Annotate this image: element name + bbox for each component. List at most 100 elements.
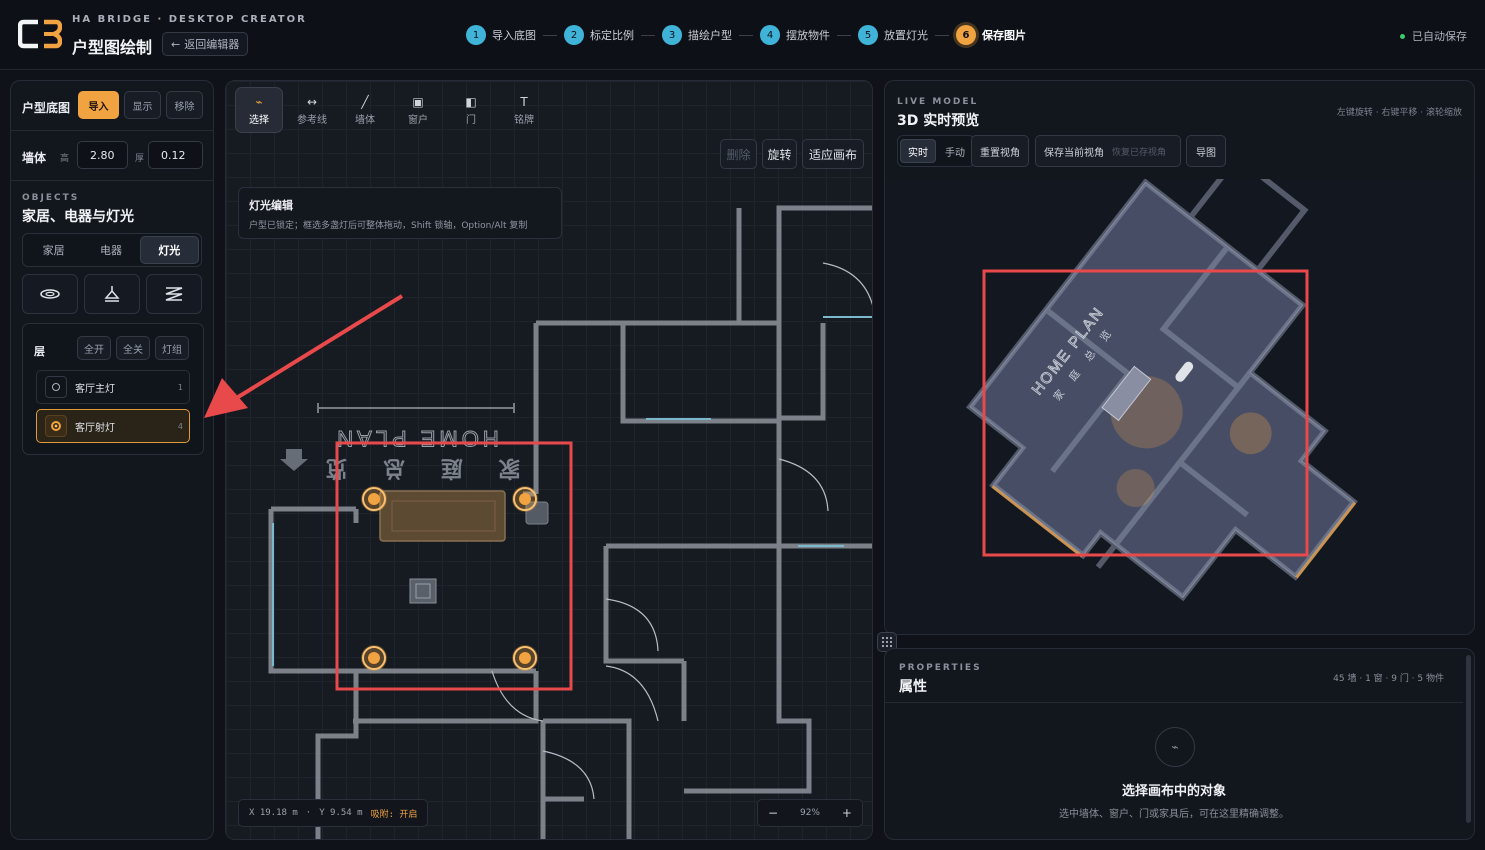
wall-thickness-input[interactable]: 0.12: [148, 141, 203, 169]
3d-viewport[interactable]: HOME PLAN 家 庭 总 览: [885, 153, 1474, 634]
view-mode-toggle: 实时 手动: [897, 135, 975, 167]
grip-dots-icon: [881, 636, 893, 648]
layer-name: 客厅射灯: [75, 422, 115, 434]
step-4[interactable]: 4 摆放物件: [760, 25, 830, 45]
tab-appliance[interactable]: 电器: [82, 236, 139, 264]
divider: [885, 702, 1463, 703]
autosave-label: 已自动保存: [1412, 30, 1467, 43]
left-panel: 户型底图 导入 显示 移除 墙体 高 2.80 厚 0.12 OBJECTS 家…: [10, 80, 214, 840]
step-number: 2: [564, 25, 584, 45]
floorplan-row: 户型底图 导入 显示 移除: [11, 81, 213, 131]
objects-section-en: OBJECTS: [22, 193, 80, 203]
strip-light-icon: [165, 287, 183, 301]
spotlight-marker[interactable]: [512, 486, 538, 512]
step-number: 6: [956, 25, 976, 45]
wall-row: 墙体 高 2.80 厚 0.12: [11, 131, 213, 181]
remove-button[interactable]: 移除: [166, 91, 203, 119]
step-divider: [935, 34, 949, 36]
show-button[interactable]: 显示: [124, 91, 161, 119]
preview-title: 3D 实时预览: [897, 113, 980, 129]
reset-view-button[interactable]: 重置视角: [971, 135, 1029, 167]
restore-view-button[interactable]: 恢复已存视角: [1112, 145, 1166, 158]
step-divider: [739, 34, 753, 36]
step-number: 3: [662, 25, 682, 45]
mode-live[interactable]: 实时: [900, 139, 936, 163]
3d-preview-panel: LIVE MODEL 3D 实时预览 左键旋转 · 右键平移 · 滚轮缩放 实时…: [884, 80, 1475, 635]
pendant-light-tile[interactable]: [84, 274, 140, 314]
back-to-editor-button[interactable]: ← 返回编辑器: [162, 32, 249, 56]
light-layers-panel: 层 全开 全关 灯组 客厅主灯 1 客厅射灯 4: [22, 323, 204, 455]
export-image-button[interactable]: 导图: [1186, 135, 1226, 167]
light-off-icon: [45, 376, 67, 398]
plan-label-cn: 家 庭 总 览: [312, 455, 521, 481]
floorplan-label: 户型底图: [22, 101, 71, 115]
import-button[interactable]: 导入: [78, 91, 119, 119]
step-5[interactable]: 5 放置灯光: [858, 25, 928, 45]
preview-hint: 左键旋转 · 右键平移 · 滚轮缩放: [1336, 108, 1462, 118]
step-label: 保存图片: [982, 29, 1026, 42]
step-label: 描绘户型: [688, 29, 732, 42]
step-6[interactable]: 6 保存图片: [956, 25, 1026, 45]
object-category-tabs: 家居 电器 灯光: [22, 233, 202, 267]
empty-state-text: 选中墙体、窗户、门或家具后，可在这里精确调整。: [1059, 809, 1289, 820]
spotlight-marker[interactable]: [512, 645, 538, 671]
spotlight-marker[interactable]: [361, 486, 387, 512]
cursor-coordinates: X 19.18 m · Y 9.54 m 吸附: 开启: [238, 799, 429, 827]
layer-name: 客厅主灯: [75, 383, 115, 395]
autosave-status: 已自动保存: [1400, 28, 1467, 44]
wall-height-input[interactable]: 2.80: [77, 141, 128, 169]
empty-state-title: 选择画布中的对象: [1121, 784, 1226, 799]
step-divider: [641, 34, 655, 36]
ceiling-light-icon: [40, 289, 60, 299]
ceiling-light-tile[interactable]: [22, 274, 78, 314]
step-2[interactable]: 2 标定比例: [564, 25, 634, 45]
light-group-button[interactable]: 灯组: [155, 336, 189, 360]
arrow-left-icon: ←: [171, 37, 181, 51]
3d-model-render: HOME PLAN 家 庭 总 览: [966, 153, 1358, 602]
snap-status[interactable]: 吸附: 开启: [371, 807, 418, 820]
wall-label: 墙体: [22, 151, 47, 165]
properties-en: PROPERTIES: [899, 663, 982, 673]
page-title: 户型图绘制: [72, 38, 153, 57]
step-1[interactable]: 1 导入底图: [466, 25, 536, 45]
strip-light-tile[interactable]: [146, 274, 202, 314]
all-off-button[interactable]: 全关: [116, 336, 150, 360]
mode-manual[interactable]: 手动: [938, 139, 972, 163]
sofa-object[interactable]: [379, 490, 506, 542]
layer-count: 1: [177, 382, 183, 392]
height-label: 高: [60, 154, 70, 164]
preview-en: LIVE MODEL: [897, 97, 979, 107]
step-3[interactable]: 3 描绘户型: [662, 25, 732, 45]
brand-subtitle: HA BRIDGE · DESKTOP CREATOR: [72, 14, 307, 25]
thickness-label: 厚: [135, 154, 145, 164]
spotlight-marker[interactable]: [361, 645, 387, 671]
step-divider: [543, 34, 557, 36]
floorplan-canvas[interactable]: ⌁ 选择 ↔ 参考线 ╱ 墙体 ▣ 窗户 ◧ 门 T 铭牌 删除 旋转 适应画布 灯光编辑 …: [225, 80, 873, 840]
top-bar: HA BRIDGE · DESKTOP CREATOR 户型图绘制 ← 返回编辑…: [0, 0, 1485, 70]
all-on-button[interactable]: 全开: [77, 336, 111, 360]
view-save-group: 保存当前视角 恢复已存视角: [1035, 135, 1181, 167]
pendant-light-icon: [104, 286, 120, 302]
properties-panel: PROPERTIES 属性 45 墙 · 1 窗 · 9 门 · 5 物件 ⌁ …: [884, 648, 1475, 840]
layer-item[interactable]: 客厅射灯 4: [36, 409, 190, 443]
step-number: 4: [760, 25, 780, 45]
tab-lighting[interactable]: 灯光: [139, 236, 199, 264]
zoom-out-button[interactable]: −: [768, 806, 778, 820]
coord-x: X 19.18 m: [249, 808, 298, 818]
model-floor: [969, 181, 1355, 599]
scene-stats: 45 墙 · 1 窗 · 9 门 · 5 物件: [1333, 674, 1444, 684]
tab-furniture[interactable]: 家居: [25, 236, 82, 264]
properties-title: 属性: [899, 679, 927, 695]
layer-item[interactable]: 客厅主灯 1: [36, 370, 190, 404]
zoom-in-button[interactable]: +: [842, 806, 852, 820]
back-label: 返回编辑器: [184, 38, 240, 51]
step-label: 标定比例: [590, 29, 634, 42]
step-progress: 1 导入底图 2 标定比例 3 描绘户型 4 摆放物件 5 放置灯光 6 保存图片: [466, 24, 1026, 46]
scrollbar[interactable]: [1466, 655, 1471, 823]
coord-separator: ·: [305, 808, 312, 818]
app-logo: [18, 19, 62, 49]
save-view-button[interactable]: 保存当前视角: [1044, 144, 1104, 159]
layer-count: 4: [177, 421, 183, 431]
main-light-object[interactable]: [409, 578, 437, 604]
light-on-icon: [45, 415, 67, 437]
